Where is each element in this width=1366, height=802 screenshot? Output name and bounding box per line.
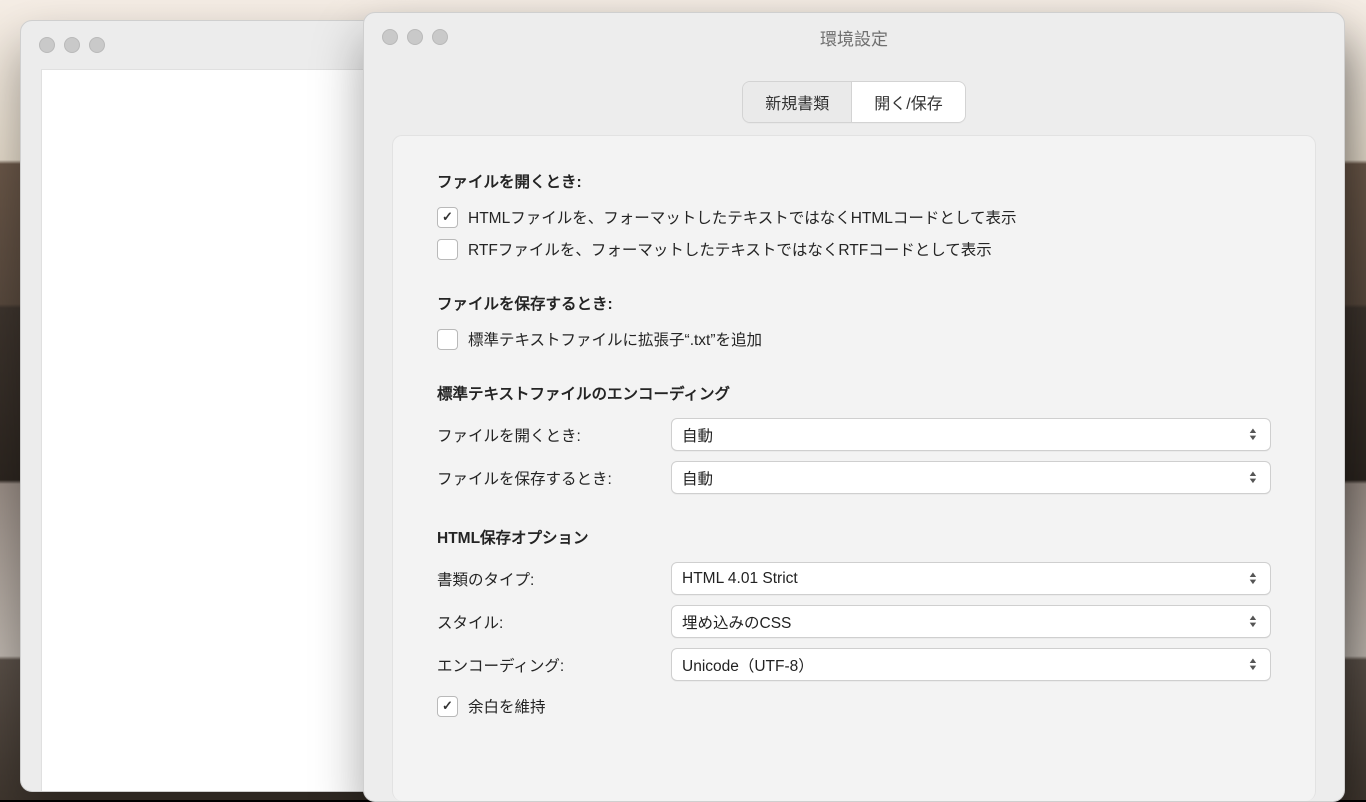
zoom-icon[interactable]: [89, 37, 105, 53]
minimize-icon[interactable]: [407, 29, 423, 45]
doc-type-label: 書類のタイプ:: [437, 568, 671, 590]
chevron-updown-icon: [1246, 615, 1260, 629]
section-heading-save: ファイルを保存するとき:: [437, 292, 1271, 314]
html-encoding-value: Unicode（UTF-8）: [682, 654, 814, 676]
checkbox-add-txt-ext[interactable]: [437, 329, 458, 350]
window-title: 環境設定: [364, 25, 1344, 50]
html-encoding-select[interactable]: Unicode（UTF-8）: [671, 648, 1271, 681]
preferences-window: 環境設定 新規書類 開く/保存 ファイルを開くとき: HTMLファイルを、フォー…: [363, 12, 1345, 802]
tab-group: 新規書類 開く/保存: [742, 81, 965, 123]
encoding-save-value: 自動: [682, 467, 713, 489]
encoding-open-select[interactable]: 自動: [671, 418, 1271, 451]
zoom-icon[interactable]: [432, 29, 448, 45]
checkbox-html-as-code-label: HTMLファイルを、フォーマットしたテキストではなくHTMLコードとして表示: [468, 206, 1016, 228]
close-icon[interactable]: [382, 29, 398, 45]
traffic-lights: [21, 37, 105, 53]
doc-type-value: HTML 4.01 Strict: [682, 570, 798, 588]
traffic-lights: [364, 29, 448, 45]
chevron-updown-icon: [1246, 658, 1260, 672]
section-heading-encoding: 標準テキストファイルのエンコーディング: [437, 382, 1271, 404]
checkbox-html-as-code[interactable]: [437, 207, 458, 228]
checkbox-rtf-as-code[interactable]: [437, 239, 458, 260]
section-heading-html: HTML保存オプション: [437, 526, 1271, 548]
chevron-updown-icon: [1246, 572, 1260, 586]
style-value: 埋め込みのCSS: [682, 611, 791, 633]
preferences-panel: ファイルを開くとき: HTMLファイルを、フォーマットしたテキストではなくHTM…: [392, 135, 1316, 801]
chevron-updown-icon: [1246, 471, 1260, 485]
checkbox-preserve-whitespace[interactable]: [437, 696, 458, 717]
preferences-titlebar[interactable]: 環境設定: [364, 13, 1344, 61]
section-heading-open: ファイルを開くとき:: [437, 170, 1271, 192]
close-icon[interactable]: [39, 37, 55, 53]
encoding-open-label: ファイルを開くとき:: [437, 424, 671, 446]
doc-type-select[interactable]: HTML 4.01 Strict: [671, 562, 1271, 595]
style-label: スタイル:: [437, 611, 671, 633]
checkbox-preserve-whitespace-label: 余白を維持: [468, 695, 546, 717]
minimize-icon[interactable]: [64, 37, 80, 53]
style-select[interactable]: 埋め込みのCSS: [671, 605, 1271, 638]
tab-new-document[interactable]: 新規書類: [743, 82, 851, 122]
tab-open-save[interactable]: 開く/保存: [851, 82, 964, 122]
tab-bar: 新規書類 開く/保存: [364, 81, 1344, 123]
checkbox-rtf-as-code-label: RTFファイルを、フォーマットしたテキストではなくRTFコードとして表示: [468, 238, 992, 260]
encoding-open-value: 自動: [682, 424, 713, 446]
html-encoding-label: エンコーディング:: [437, 654, 671, 676]
encoding-save-label: ファイルを保存するとき:: [437, 467, 671, 489]
encoding-save-select[interactable]: 自動: [671, 461, 1271, 494]
checkbox-add-txt-ext-label: 標準テキストファイルに拡張子“.txt”を追加: [468, 328, 762, 350]
chevron-updown-icon: [1246, 428, 1260, 442]
